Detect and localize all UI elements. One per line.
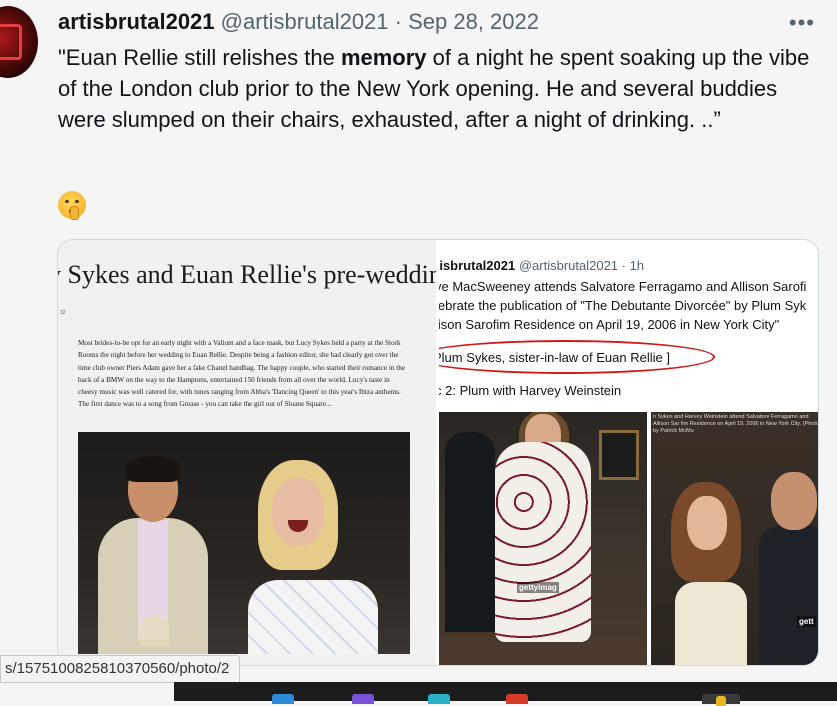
circled-text: Plum Sykes, sister-in-law of Euan Rellie… <box>439 350 670 365</box>
harvey-photo: n Sykes and Harvey Weinstein attend Salv… <box>651 412 818 665</box>
user-handle[interactable]: @artisbrutal2021 <box>221 9 389 34</box>
media-image-article[interactable]: y Sykes and Euan Rellie's pre-wedding 32… <box>58 240 436 665</box>
shushing-face-icon <box>58 191 86 220</box>
caption-2: c 2: Plum with Harvey Weinstein <box>439 383 622 398</box>
photo-caption: n Sykes and Harvey Weinstein attend Salv… <box>653 414 818 434</box>
taskbar-app-icon[interactable] <box>352 694 374 704</box>
getty-watermark: gettyimag <box>517 582 559 593</box>
taskbar <box>174 682 837 706</box>
event-photo: gettyimag <box>439 412 647 665</box>
tweet-text-bold: memory <box>340 45 427 70</box>
avatar[interactable] <box>0 6 38 78</box>
display-name[interactable]: artisbrutal2021 <box>58 9 215 34</box>
tweet-header: artisbrutal2021 @artisbrutal2021 · Sep 2… <box>58 9 539 35</box>
taskbar-app-icon[interactable] <box>716 696 726 706</box>
article-body: Most brides-to-be opt for an early night… <box>78 339 405 409</box>
quoted-header: tisbrutal2021 @artisbrutal2021 · 1h <box>439 258 644 273</box>
quoted-text: ve MacSweeney attends Salvatore Ferragam… <box>439 279 807 332</box>
tweet-text: "Euan Rellie still relishes the memory o… <box>58 42 818 135</box>
taskbar-app-icon[interactable] <box>506 694 528 704</box>
separator: · <box>388 9 409 34</box>
quoted-handle: @artisbrutal2021 · 1h <box>518 258 645 273</box>
media-image-quote[interactable]: tisbrutal2021 @artisbrutal2021 · 1h ve M… <box>439 240 818 665</box>
quoted-name: tisbrutal2021 <box>439 258 516 273</box>
article-page-number: 32 <box>60 310 66 316</box>
getty-watermark: gett <box>797 616 816 627</box>
more-options-icon[interactable]: ••• <box>789 10 815 36</box>
media-grid[interactable]: y Sykes and Euan Rellie's pre-wedding 32… <box>57 239 819 666</box>
taskbar-app-icon[interactable] <box>428 694 450 704</box>
taskbar-app-icon[interactable] <box>272 694 294 704</box>
tweet-date[interactable]: Sep 28, 2022 <box>408 9 539 34</box>
couple-photo <box>78 432 410 654</box>
tweet-text-part: "Euan Rellie still relishes the <box>58 45 341 70</box>
article-title: y Sykes and Euan Rellie's pre-wedding <box>58 260 436 289</box>
status-url: s/1575100825810370560/photo/2 <box>0 655 241 683</box>
